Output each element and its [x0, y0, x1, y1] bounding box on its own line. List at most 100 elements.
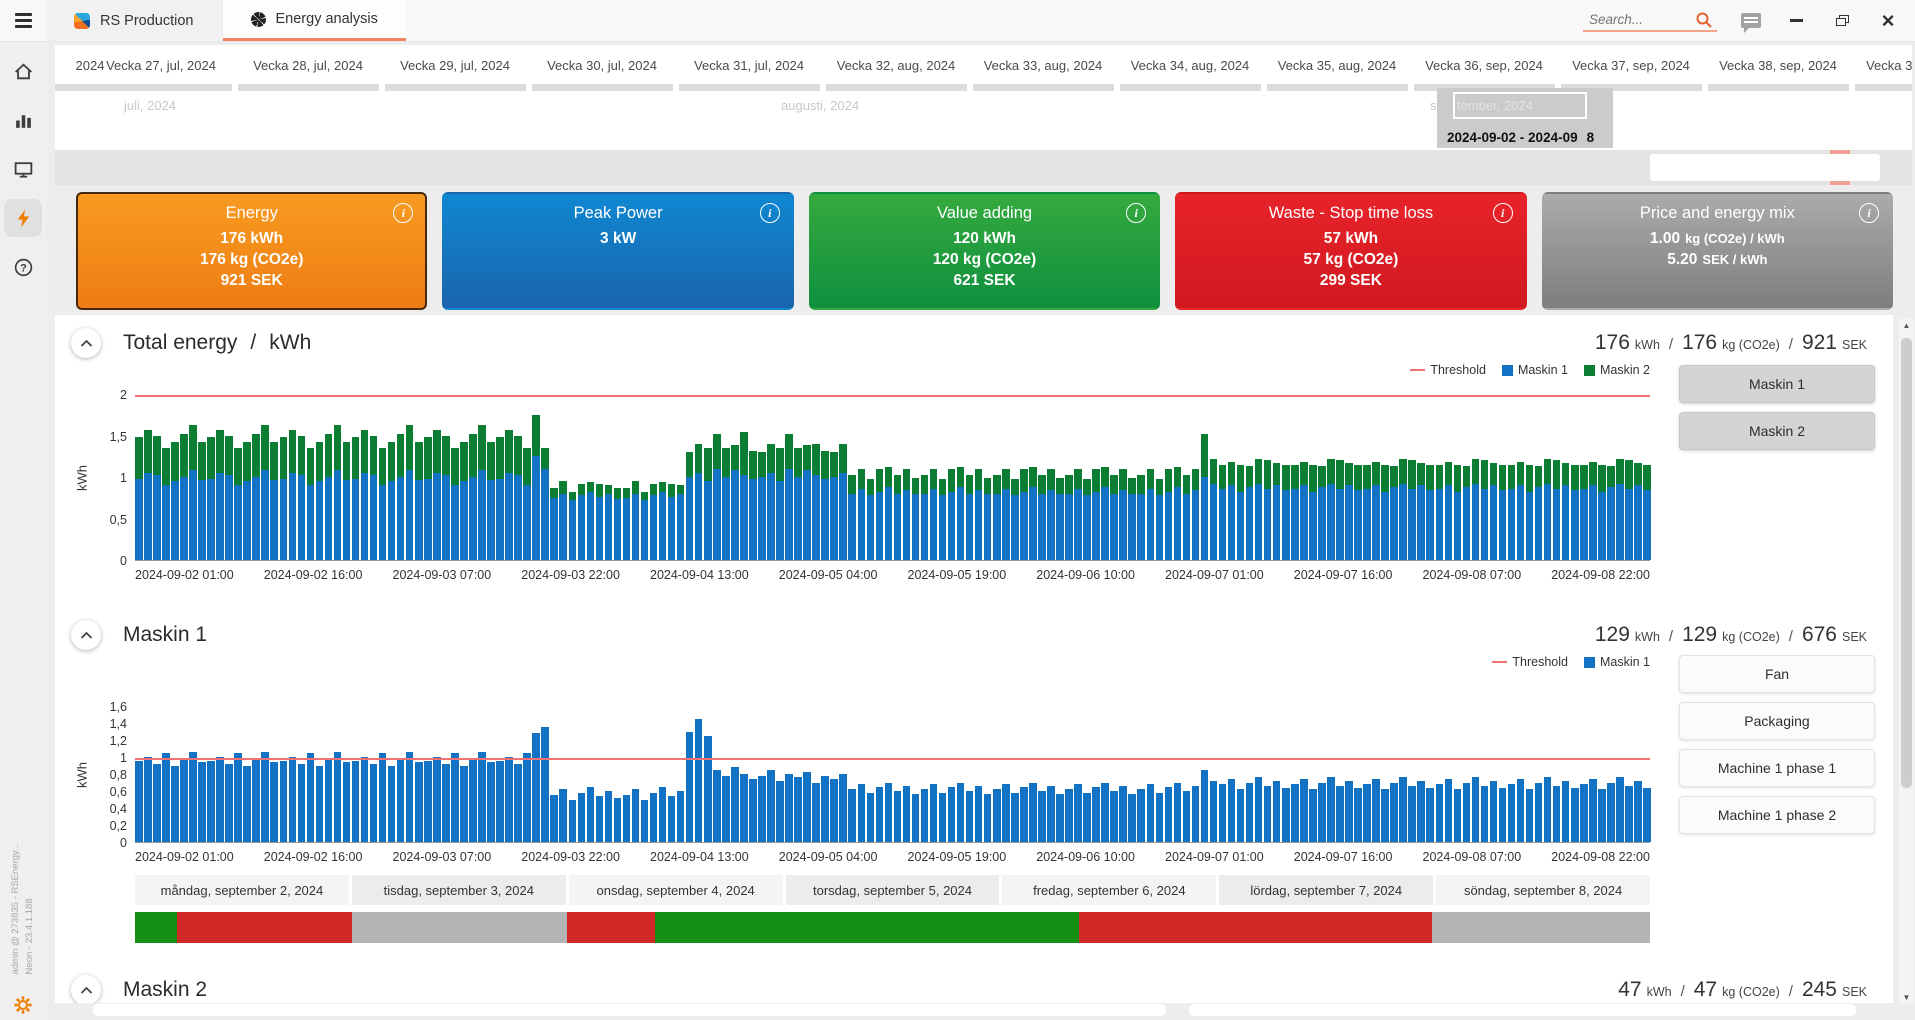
- bar-segment: [289, 757, 297, 842]
- timeline-week-cell[interactable]: Vecka 30, jul, 2024: [547, 58, 657, 73]
- info-icon[interactable]: i: [1126, 203, 1146, 223]
- search-input[interactable]: [1587, 11, 1695, 28]
- collapse-icon[interactable]: [71, 620, 101, 650]
- chart-bar: [704, 736, 712, 842]
- collapse-icon[interactable]: [71, 975, 101, 1003]
- tab-rs-production[interactable]: RS Production: [46, 0, 223, 41]
- bar-segment: [821, 479, 829, 560]
- chart-bar: [1589, 462, 1597, 560]
- timeline-week-cell[interactable]: Vecka 27, jul, 2024: [106, 58, 216, 73]
- kpi-card-price-and-energy-mix[interactable]: Price and energy mixi1.00kg (CO2e) / kWh…: [1542, 192, 1893, 310]
- legend-item-maskin-1[interactable]: Maskin 1: [1502, 363, 1568, 377]
- scroll-thumb[interactable]: [1901, 338, 1912, 788]
- bar-segment: [550, 498, 558, 560]
- kpi-card-value-adding[interactable]: Value addingi120 kWh120 kg (CO2e)621 SEK: [809, 192, 1160, 310]
- bar-segment: [1553, 786, 1561, 842]
- filter-button-maskin-1[interactable]: Maskin 1: [1679, 365, 1875, 403]
- filter-button-maskin-2[interactable]: Maskin 2: [1679, 412, 1875, 450]
- bar-segment: [1074, 784, 1082, 842]
- rs-production-logo: [74, 13, 90, 29]
- bar-segment: [596, 484, 604, 497]
- bar-segment: [478, 425, 486, 471]
- bar-segment: [316, 766, 324, 843]
- bar-segment: [334, 470, 342, 560]
- legend-item-threshold[interactable]: Threshold: [1410, 363, 1486, 377]
- total-energy-chart[interactable]: ThresholdMaskin 1Maskin 2kWh21,510,50202…: [65, 361, 1658, 589]
- timeline-week-cell[interactable]: Vecka 31, jul, 2024: [694, 58, 804, 73]
- filter-button-machine-1-phase-1[interactable]: Machine 1 phase 1: [1679, 749, 1875, 787]
- sidebar-item-help[interactable]: ?: [4, 248, 42, 286]
- chart-bar: [1372, 462, 1380, 560]
- timeline-month-cell[interactable]: augusti, 2024: [781, 98, 859, 113]
- timeline-week-cell[interactable]: Vecka 34, aug, 2024: [1131, 58, 1250, 73]
- collapse-icon[interactable]: [71, 328, 101, 358]
- bar-segment: [668, 484, 676, 497]
- sidebar-item-energy-analysis[interactable]: [4, 199, 42, 237]
- timeline-week-cell[interactable]: Vecka 33, aug, 2024: [984, 58, 1103, 73]
- chart-bar: [749, 779, 757, 842]
- bar-segment: [1544, 777, 1552, 842]
- bar-chart-icon: [13, 110, 34, 131]
- bar-segment: [406, 425, 414, 471]
- timeline-week-cell[interactable]: Vecka 29, jul, 2024: [400, 58, 510, 73]
- info-icon[interactable]: i: [760, 203, 780, 223]
- bar-segment: [1571, 465, 1579, 491]
- legend-item-maskin-1[interactable]: Maskin 1: [1584, 655, 1650, 669]
- timeline-week-cell[interactable]: Vecka 38, sep, 2024: [1719, 58, 1837, 73]
- chart-bar: [903, 786, 911, 842]
- bar-segment: [307, 448, 315, 485]
- timeline-week-cell[interactable]: 2024: [76, 58, 105, 73]
- chart-plot-area[interactable]: [135, 395, 1650, 561]
- bar-segment: [523, 448, 531, 485]
- info-icon[interactable]: i: [393, 203, 413, 223]
- bar-segment: [451, 448, 459, 485]
- chart-bar: [1309, 789, 1317, 842]
- scroll-down-icon[interactable]: ▼: [1899, 990, 1914, 1004]
- timeline-scroll-thumb[interactable]: [1650, 154, 1880, 181]
- chart-bar: [993, 475, 1001, 560]
- timeline-week-cell[interactable]: Vecka 28, jul, 2024: [253, 58, 363, 73]
- timeline-week-cell[interactable]: Vecka 35, aug, 2024: [1278, 58, 1397, 73]
- sidebar-item-statistics[interactable]: [4, 101, 42, 139]
- maskin1-chart[interactable]: ThresholdMaskin 1kWh1,61,41,210,80,60,40…: [65, 653, 1658, 883]
- chart-bar: [505, 757, 513, 842]
- filter-button-packaging[interactable]: Packaging: [1679, 702, 1875, 740]
- kpi-card-peak-power[interactable]: Peak Poweri3 kW: [442, 192, 793, 310]
- timeline-week-cell[interactable]: Vecka 39, sep, 2024: [1866, 58, 1912, 73]
- timeline-week-cell[interactable]: Vecka 37, sep, 2024: [1572, 58, 1690, 73]
- filter-button-machine-1-phase-2[interactable]: Machine 1 phase 2: [1679, 796, 1875, 834]
- kpi-value: 921 SEK: [221, 270, 283, 291]
- info-icon[interactable]: i: [1493, 203, 1513, 223]
- chat-icon[interactable]: [1741, 13, 1761, 28]
- sidebar-item-home[interactable]: [4, 52, 42, 90]
- timeline-week-cell[interactable]: Vecka 36, sep, 2024: [1425, 58, 1543, 73]
- chart-plot-area[interactable]: [135, 707, 1650, 843]
- filter-button-fan[interactable]: Fan: [1679, 655, 1875, 693]
- legend-item-threshold[interactable]: Threshold: [1492, 655, 1568, 669]
- chart-bar: [767, 770, 775, 842]
- chart-bar: [686, 452, 694, 560]
- chart-bar: [334, 752, 342, 842]
- legend-item-maskin-2[interactable]: Maskin 2: [1584, 363, 1650, 377]
- menu-icon[interactable]: [0, 0, 46, 41]
- tab-energy-analysis[interactable]: Energy analysis: [223, 0, 406, 41]
- bar-segment: [234, 485, 242, 560]
- chart-bar: [523, 448, 531, 560]
- minimize-icon[interactable]: [1785, 8, 1807, 34]
- restore-icon[interactable]: [1831, 8, 1853, 34]
- scroll-up-icon[interactable]: ▲: [1899, 318, 1914, 332]
- kpi-card-waste-stop-time-loss[interactable]: Waste - Stop time lossi57 kWh57 kg (CO2e…: [1175, 192, 1526, 310]
- close-icon[interactable]: ×: [1877, 8, 1899, 34]
- chart-bar: [948, 787, 956, 842]
- bar-segment: [1038, 494, 1046, 560]
- search-icon[interactable]: [1695, 11, 1713, 29]
- info-icon[interactable]: i: [1859, 203, 1879, 223]
- timeline-selected-range[interactable]: tember, 2024 2024-09-02 - 2024-09 8: [1437, 88, 1613, 148]
- timeline-month-cell[interactable]: juli, 2024: [124, 98, 176, 113]
- bar-segment: [867, 495, 875, 560]
- sidebar-item-screens[interactable]: [4, 150, 42, 188]
- kpi-card-energy[interactable]: Energyi176 kWh176 kg (CO2e)921 SEK: [76, 192, 427, 310]
- timeline-week-cell[interactable]: Vecka 32, aug, 2024: [837, 58, 956, 73]
- sidebar-item-settings[interactable]: [0, 994, 46, 1016]
- bar-segment: [713, 770, 721, 842]
